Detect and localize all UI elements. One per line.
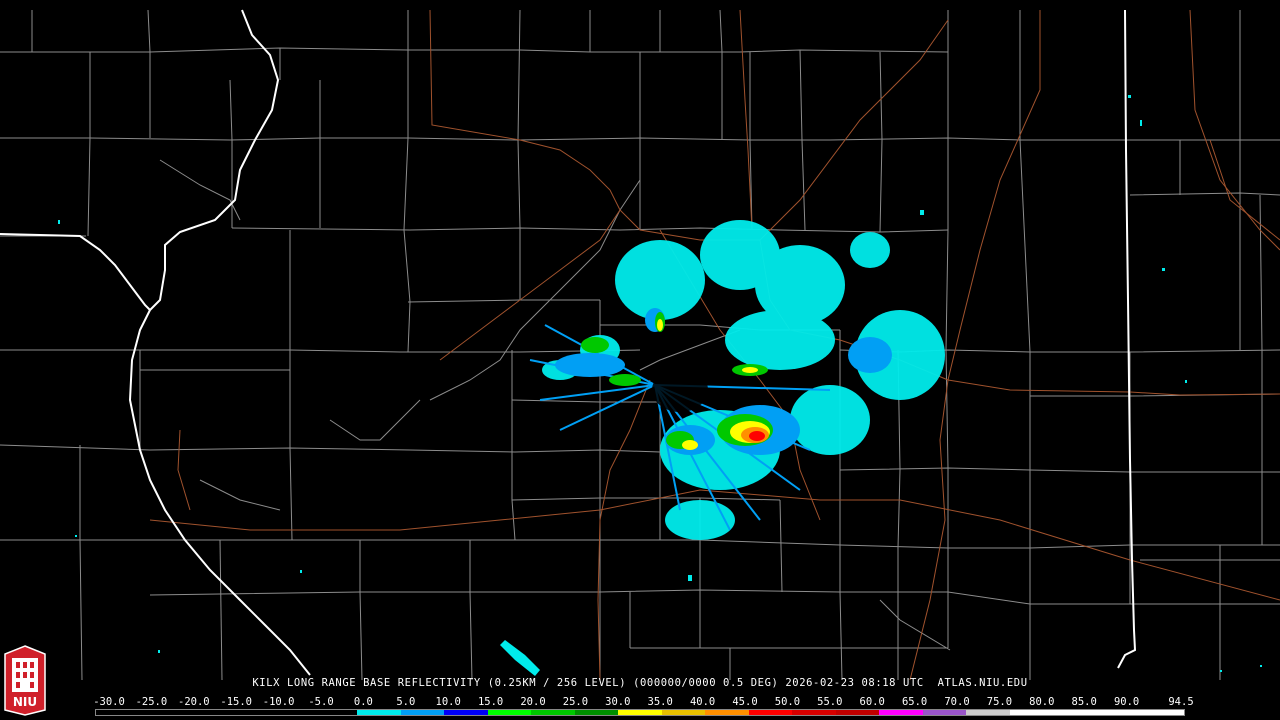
scale-label: 60.0 — [859, 696, 885, 708]
scale-label: 80.0 — [1029, 696, 1055, 708]
product-resolution: (0.25KM / 256 LEVEL) — [487, 677, 627, 689]
colorbar-segment — [705, 710, 749, 715]
colorbar-segment — [1140, 710, 1184, 715]
scale-label: 45.0 — [732, 696, 758, 708]
scale-label: 90.0 — [1113, 696, 1140, 708]
colorbar-segment — [574, 710, 619, 715]
scale-label: 50.0 — [774, 696, 801, 708]
colorbar-segment — [1053, 710, 1097, 715]
scale-label: 70.0 — [944, 696, 970, 708]
colorbar-segment — [922, 710, 967, 715]
scale-label: 15.0 — [477, 696, 504, 708]
scale-label: -5.0 — [308, 696, 334, 708]
reflectivity-scale-labels: -30.0 -25.0 -20.0 -15.0 -10.0 -5.0 0.0 5.0 10.0 1… — [0, 696, 1280, 708]
colorbar-segment — [183, 710, 227, 715]
colorbar-segment — [748, 710, 793, 715]
volume-info: (000000/0000 0.5 DEG) — [633, 677, 779, 689]
scale-label: 40.0 — [689, 696, 716, 708]
site-id: KILX — [252, 677, 281, 689]
colorbar-segment — [1096, 710, 1141, 715]
scale-label: 65.0 — [901, 696, 928, 708]
product-description: LONG RANGE BASE REFLECTIVITY — [286, 677, 481, 689]
scale-label: 94.5 — [1168, 696, 1194, 708]
colorbar-segment — [313, 710, 358, 715]
scale-label: 5.0 — [396, 696, 416, 708]
colorbar-segment — [531, 710, 575, 715]
scale-label: 20.0 — [520, 696, 546, 708]
scale-label: 75.0 — [986, 696, 1013, 708]
scale-label: 0.0 — [353, 696, 373, 708]
colorbar-segment — [270, 710, 314, 715]
colorbar-segment — [96, 710, 140, 715]
reflectivity-colorbar — [95, 709, 1185, 716]
scale-label: -25.0 — [135, 696, 168, 708]
colorbar-segment — [835, 710, 880, 715]
radar-map — [0, 0, 1280, 720]
scale-label: 55.0 — [817, 696, 843, 708]
scale-label: 25.0 — [562, 696, 589, 708]
colorbar-segment — [226, 710, 271, 715]
colorbar-segment — [400, 710, 445, 715]
scale-label: -20.0 — [177, 696, 210, 708]
scale-label: 10.0 — [435, 696, 461, 708]
colorbar-segment — [879, 710, 923, 715]
scan-date: 2026-02-23 — [785, 677, 855, 689]
colorbar-segment — [139, 710, 184, 715]
scale-label: 35.0 — [647, 696, 673, 708]
colorbar-segment — [966, 710, 1010, 715]
colorbar-segment — [444, 710, 488, 715]
website-link[interactable]: ATLAS.NIU.EDU — [938, 677, 1028, 689]
niu-logo-text: NIU — [13, 695, 37, 709]
colorbar-segment — [1009, 710, 1054, 715]
colorbar-segment — [357, 710, 401, 715]
scale-label: -10.0 — [262, 696, 295, 708]
product-caption: KILX LONG RANGE BASE REFLECTIVITY (0.25K… — [0, 676, 1280, 690]
scale-label: 30.0 — [605, 696, 631, 708]
scale-label: -30.0 — [93, 696, 125, 708]
colorbar-segment — [618, 710, 662, 715]
scan-time: 08:18 UTC — [861, 677, 924, 689]
niu-logo: NIU — [3, 644, 47, 716]
colorbar-segment — [487, 710, 532, 715]
scale-label: 85.0 — [1071, 696, 1097, 708]
colorbar-segment — [792, 710, 836, 715]
colorbar-segment — [661, 710, 706, 715]
scale-label: -15.0 — [220, 696, 252, 708]
